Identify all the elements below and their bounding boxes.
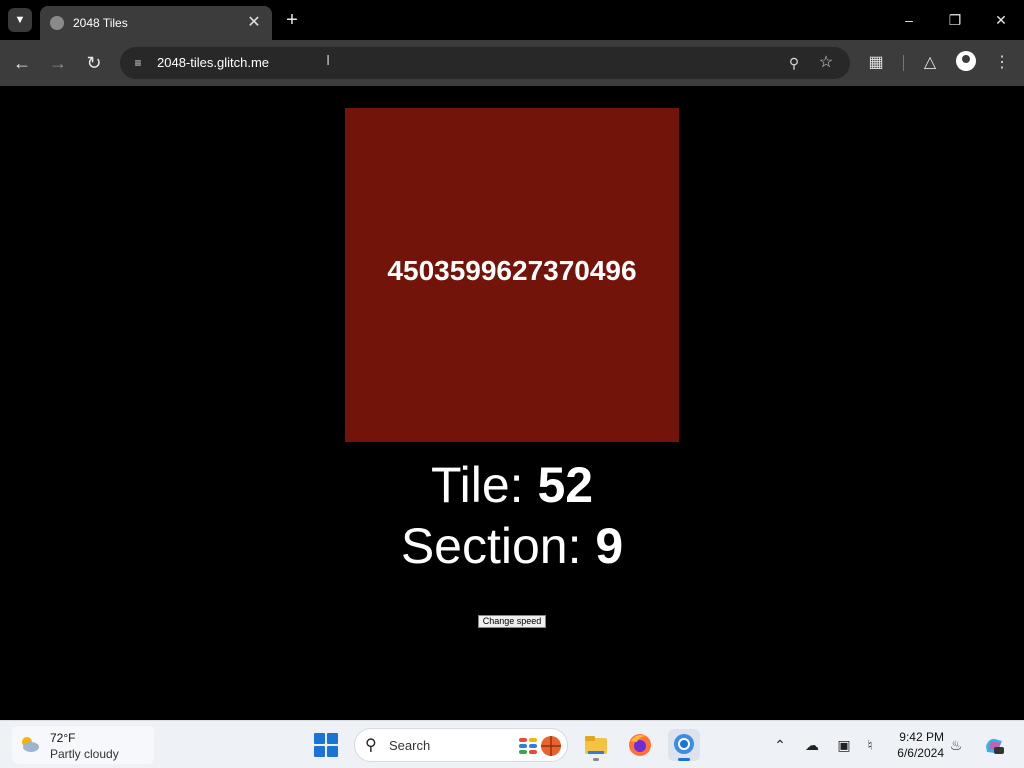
weather-condition: Partly cloudy [50,747,119,761]
globe-icon [50,16,64,30]
address-bar[interactable]: ≡ 2048-tiles.glitch.me I ⚲ ☆ [120,47,850,79]
section-label: Section: [400,518,596,574]
browser-toolbar: ← → ↻ ≡ 2048-tiles.glitch.me I ⚲ ☆ ▦ △ ⋮ [0,40,1024,86]
volume-muted-icon[interactable]: ♮ [860,735,880,755]
minimize-icon[interactable]: – [893,8,925,32]
section-counter: Section: 9 [0,517,1024,575]
weather-temp: 72°F [50,731,76,745]
url-text[interactable]: 2048-tiles.glitch.me [157,55,269,70]
change-speed-button[interactable]: Change speed [478,615,546,628]
window-close-icon[interactable]: ✕ [985,8,1017,32]
kebab-menu-icon[interactable]: ⋮ [990,51,1014,75]
tile-counter: Tile: 52 [0,456,1024,514]
tab-search-chevron-down-icon[interactable]: ▼ [8,8,32,32]
site-info-tune-icon[interactable]: ≡ [128,53,148,73]
tile-label: Tile: [430,457,538,513]
profile-icon[interactable] [956,51,976,71]
browser-titlebar: ▼ 2048 Tiles ✕ + – ❐ ✕ [0,0,1024,40]
extensions-puzzle-icon[interactable]: ▦ [864,51,888,75]
page-content: 4503599627370496 Tile: 52 Section: 9 Cha… [0,86,1024,720]
search-highlight-icon [519,736,561,756]
tab-title: 2048 Tiles [73,16,128,30]
copilot-icon[interactable] [982,735,1006,755]
windows-start-icon[interactable] [314,733,338,757]
partly-cloudy-icon [22,737,39,752]
bookmark-star-icon[interactable]: ☆ [816,52,836,74]
toolbar-divider [903,55,904,71]
taskbar-search[interactable]: ⚲ Search [354,728,568,762]
display-icon[interactable]: ▣ [834,735,854,755]
show-hidden-icons-chevron-up-icon[interactable]: ⌃ [770,735,790,755]
current-tile: 4503599627370496 [345,108,679,442]
tile-number: 52 [537,457,594,513]
new-tab-plus-icon[interactable]: + [280,9,304,31]
restore-icon[interactable]: ❐ [939,8,971,32]
reload-icon[interactable]: ↻ [82,51,106,75]
search-icon: ⚲ [365,737,377,754]
tab-close-icon[interactable]: ✕ [244,13,264,33]
zoom-icon[interactable]: ⚲ [784,52,804,74]
back-arrow-left-icon[interactable]: ← [10,51,34,75]
weather-widget[interactable]: 72°F Partly cloudy [12,726,154,764]
labs-flask-icon[interactable]: △ [918,51,942,75]
forward-arrow-right-icon[interactable]: → [46,51,70,75]
file-explorer-icon[interactable] [580,729,612,761]
search-placeholder: Search [389,738,431,753]
text-cursor-icon: I [326,52,331,69]
notification-bell-icon[interactable]: ♨ [946,735,966,755]
taskbar: 72°F Partly cloudy ⚲ Search ⌃ ☁ ▣ ♮ 9:42… [0,720,1024,768]
onedrive-cloud-icon[interactable]: ☁ [802,735,822,755]
browser-tab[interactable]: 2048 Tiles ✕ [40,6,272,40]
clock-time: 9:42 PM [899,730,944,744]
clock[interactable]: 9:42 PM 6/6/2024 [884,729,944,761]
chrome-icon[interactable] [668,729,700,761]
tile-value: 4503599627370496 [387,255,637,286]
clock-date: 6/6/2024 [897,746,944,760]
section-number: 9 [595,518,624,574]
firefox-icon[interactable] [624,729,656,761]
